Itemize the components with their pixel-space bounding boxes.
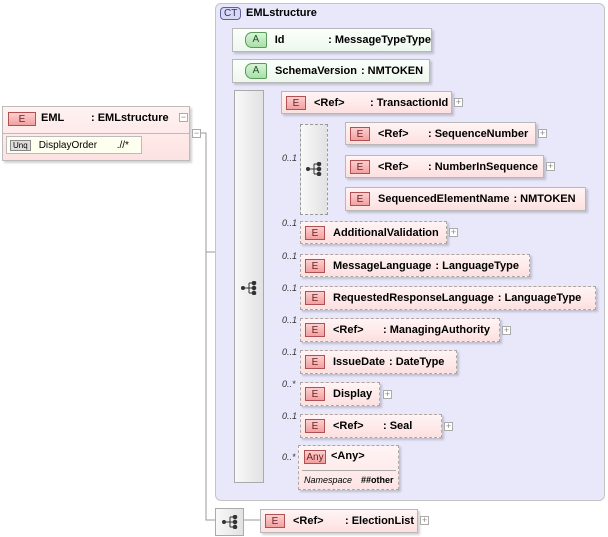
attribute-badge: A: [245, 32, 267, 48]
element-badge: E: [8, 112, 36, 126]
element-seal[interactable]: E <Ref> : Seal: [300, 414, 442, 438]
element-messagelanguage[interactable]: E MessageLanguage: LanguageType: [300, 254, 530, 277]
occurs-label: 0..1: [282, 315, 298, 325]
divider: [302, 470, 396, 471]
element-badge: E: [305, 323, 325, 337]
occurs-label: 0..*: [282, 379, 296, 389]
element-badge: E: [350, 192, 370, 206]
element-numberinsequence[interactable]: E <Ref> : NumberInSequence: [345, 155, 544, 178]
element-badge: E: [350, 126, 370, 141]
unique-constraint[interactable]: Unq DisplayOrder .//*: [6, 136, 142, 154]
expand-button[interactable]: +: [546, 162, 555, 171]
expand-button[interactable]: +: [454, 98, 463, 107]
namespace-label: Namespace: [304, 475, 353, 485]
element-type: : NumberInSequence: [428, 160, 539, 173]
occurs-label: 0..1: [282, 411, 298, 421]
element-name: AdditionalValidation: [333, 226, 439, 239]
element-type: : ElectionList: [345, 515, 415, 527]
element-name: <Ref>: [333, 324, 364, 336]
occurs-label: 0..1: [282, 218, 298, 228]
attribute-id[interactable]: A Id : MessageTypeType: [232, 28, 432, 52]
sequence-icon: [241, 281, 257, 295]
element-type: : LanguageType: [435, 259, 519, 272]
occurs-label: 0..1: [282, 153, 298, 163]
unique-badge: Unq: [10, 139, 31, 151]
element-sequencenumber[interactable]: E <Ref> : SequenceNumber: [345, 122, 536, 145]
root-name: EML: [41, 112, 65, 124]
attribute-badge: A: [245, 63, 267, 79]
element-electionlist[interactable]: E <Ref> : ElectionList: [260, 509, 418, 533]
expand-button[interactable]: +: [502, 326, 511, 335]
element-name: RequestedResponseLanguage: [333, 292, 494, 304]
occurs-label: 0..*: [282, 452, 296, 462]
element-transactionid[interactable]: E <Ref> : TransactionId: [281, 91, 452, 114]
attribute-name: SchemaVersion: [275, 65, 357, 77]
any-name: <Any>: [331, 450, 365, 462]
occurs-label: 0..1: [282, 251, 298, 261]
expand-button[interactable]: +: [444, 422, 453, 431]
element-type: : ManagingAuthority: [383, 324, 490, 336]
element-requestedresponselanguage[interactable]: E RequestedResponseLanguage: LanguageType: [300, 286, 596, 310]
root-element-eml[interactable]: E EML : EMLstructure − Unq DisplayOrder …: [2, 106, 190, 161]
expand-button[interactable]: +: [383, 390, 392, 399]
occurs-label: 0..1: [282, 347, 298, 357]
element-badge: E: [350, 159, 370, 174]
element-badge: E: [305, 387, 325, 401]
expand-button[interactable]: +: [420, 516, 429, 525]
element-type: : TransactionId: [370, 96, 449, 109]
sequence-icon: [306, 162, 322, 176]
element-name: <Ref>: [378, 160, 409, 173]
element-badge: E: [305, 258, 325, 273]
namespace-value: ##other: [361, 475, 394, 485]
element-badge: E: [286, 95, 306, 110]
divider: [3, 133, 189, 134]
element-type: : DateType: [388, 356, 445, 368]
element-badge: E: [265, 514, 285, 528]
element-type: : NMTOKEN: [513, 193, 576, 205]
occurs-label: 0..1: [282, 283, 298, 293]
element-type: : SequenceNumber: [428, 127, 529, 140]
attribute-name: Id: [274, 34, 285, 46]
constraint-name: DisplayOrder: [38, 139, 98, 151]
collapse-content-button[interactable]: −: [192, 129, 201, 138]
any-badge: Any: [304, 450, 326, 464]
element-type: : Seal: [383, 420, 413, 432]
element-name: <Ref>: [293, 515, 324, 527]
element-badge: E: [305, 355, 325, 369]
sequence-icon: [222, 515, 238, 529]
element-name: Display: [333, 388, 373, 400]
element-badge: E: [305, 291, 325, 305]
attribute-type: : MessageTypeType: [328, 34, 431, 46]
element-name: <Ref>: [333, 420, 364, 432]
element-name: MessageLanguage: [333, 259, 432, 272]
root-type: : EMLstructure: [91, 112, 169, 124]
attribute-type: : NMTOKEN: [360, 65, 424, 77]
element-display[interactable]: E Display: [300, 382, 380, 406]
expand-button[interactable]: +: [538, 129, 547, 138]
attribute-schemaversion[interactable]: A SchemaVersion: NMTOKEN: [232, 59, 430, 83]
complex-type-name: EMLstructure: [246, 7, 317, 19]
element-name: SequencedElementName: [378, 193, 510, 205]
element-additionalvalidation[interactable]: E AdditionalValidation: [300, 221, 447, 244]
element-badge: E: [305, 419, 325, 433]
element-sequencedelementname[interactable]: E SequencedElementName: NMTOKEN: [345, 187, 586, 211]
element-managingauthority[interactable]: E <Ref> : ManagingAuthority: [300, 318, 500, 342]
element-type: : LanguageType: [497, 292, 582, 304]
any-element[interactable]: Any <Any> Namespace ##other: [298, 445, 399, 490]
constraint-xpath: .//*: [116, 139, 129, 151]
element-name: <Ref>: [378, 127, 409, 140]
collapse-button[interactable]: −: [179, 113, 188, 122]
element-name: <Ref>: [314, 96, 345, 109]
element-issuedate[interactable]: E IssueDate: DateType: [300, 350, 457, 374]
element-name: IssueDate: [333, 356, 385, 368]
expand-button[interactable]: +: [449, 228, 458, 237]
element-badge: E: [305, 225, 325, 240]
complex-type-badge: CT: [220, 7, 242, 20]
